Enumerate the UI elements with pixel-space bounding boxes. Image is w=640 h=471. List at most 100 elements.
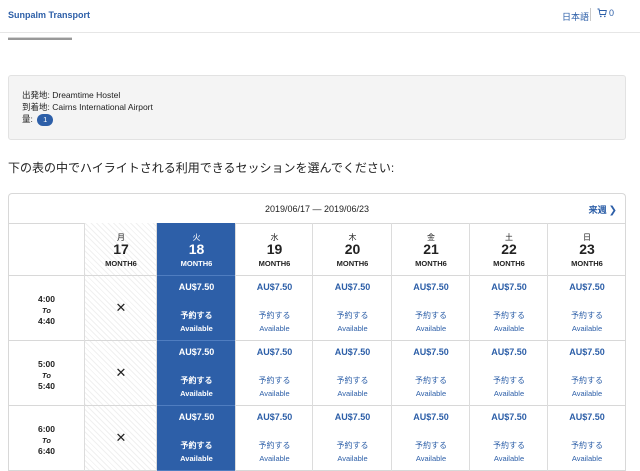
session-cell-unavailable: ✕ bbox=[85, 341, 157, 406]
day-header: 水 19 MONTH6 bbox=[236, 223, 313, 276]
session-cell[interactable]: AU$7.50 予約する Available bbox=[470, 406, 548, 471]
session-cell[interactable]: AU$7.50 予約する Available bbox=[548, 276, 625, 341]
session-price: AU$7.50 bbox=[491, 347, 527, 357]
day-header: 木 20 MONTH6 bbox=[313, 223, 392, 276]
book-link[interactable]: 予約する bbox=[470, 440, 548, 451]
availability-label: Available bbox=[259, 454, 290, 463]
book-link[interactable]: 予約する bbox=[392, 375, 470, 386]
book-link[interactable]: 予約する bbox=[313, 375, 392, 386]
book-link[interactable]: 予約する bbox=[236, 310, 313, 321]
session-price: AU$7.50 bbox=[413, 412, 449, 422]
session-price: AU$7.50 bbox=[256, 347, 293, 357]
day-month: MONTH6 bbox=[180, 259, 213, 268]
book-link[interactable]: 予約する bbox=[313, 310, 392, 321]
availability-label: Available bbox=[180, 324, 213, 333]
session-cell[interactable]: AU$7.50 予約する Available bbox=[548, 406, 625, 471]
quantity-row: 量: 1 bbox=[22, 113, 54, 126]
availability-label: Available bbox=[337, 389, 368, 398]
session-cell[interactable]: AU$7.50 予約する Available bbox=[157, 341, 236, 406]
day-column-sat: 土 22 MONTH6 AU$7.50 予約する Available AU$7.… bbox=[469, 223, 548, 471]
day-header: 日 23 MONTH6 bbox=[548, 223, 625, 276]
time-start: 4:00 bbox=[37, 294, 55, 304]
day-number: 19 bbox=[266, 241, 283, 257]
availability-label: Available bbox=[180, 454, 213, 463]
session-cell[interactable]: AU$7.50 予約する Available bbox=[236, 341, 313, 406]
book-link[interactable]: 予約する bbox=[157, 440, 236, 451]
day-column-thu: 木 20 MONTH6 AU$7.50 予約する Available AU$7.… bbox=[312, 223, 392, 471]
session-cell[interactable]: AU$7.50 予約する Available bbox=[392, 276, 470, 341]
availability-label: Available bbox=[493, 454, 525, 463]
cutoff-text: ▬▬▬▬▬▬▬▬ bbox=[8, 37, 72, 42]
language-switch[interactable]: 日本語 bbox=[562, 10, 589, 23]
session-cell[interactable]: AU$7.50 予約する Available bbox=[313, 406, 392, 471]
next-week-link[interactable]: 来週 ❯ bbox=[589, 203, 617, 216]
session-price: AU$7.50 bbox=[569, 412, 605, 422]
session-cell[interactable]: AU$7.50 予約する Available bbox=[470, 276, 548, 341]
time-to: To bbox=[42, 436, 51, 445]
book-link[interactable]: 予約する bbox=[548, 440, 625, 451]
time-to: To bbox=[42, 371, 51, 380]
session-cell[interactable]: AU$7.50 予約する Available bbox=[392, 341, 470, 406]
book-link[interactable]: 予約する bbox=[392, 310, 470, 321]
book-link[interactable]: 予約する bbox=[470, 310, 548, 321]
session-price: AU$7.50 bbox=[413, 282, 449, 292]
availability-label: Available bbox=[180, 389, 213, 398]
session-cell-unavailable: ✕ bbox=[85, 276, 157, 341]
session-cell[interactable]: AU$7.50 予約する Available bbox=[236, 276, 313, 341]
session-price: AU$7.50 bbox=[491, 412, 527, 422]
session-cell[interactable]: AU$7.50 予約する Available bbox=[392, 406, 470, 471]
quantity-badge: 1 bbox=[37, 113, 54, 126]
header-divider bbox=[590, 8, 591, 21]
session-cell[interactable]: AU$7.50 予約する Available bbox=[157, 406, 236, 471]
book-link[interactable]: 予約する bbox=[236, 375, 313, 386]
cart-button[interactable]: 0 bbox=[597, 8, 614, 18]
session-price: AU$7.50 bbox=[178, 347, 215, 357]
unavailable-x-icon: ✕ bbox=[115, 430, 127, 445]
book-link[interactable]: 予約する bbox=[157, 310, 236, 321]
day-month: MONTH6 bbox=[571, 259, 603, 268]
brand-link[interactable]: Sunpalm Transport bbox=[8, 10, 90, 20]
day-month: MONTH6 bbox=[415, 259, 447, 268]
availability-label: Available bbox=[571, 324, 603, 333]
session-cell[interactable]: AU$7.50 予約する Available bbox=[548, 341, 625, 406]
session-price: AU$7.50 bbox=[178, 282, 215, 292]
availability-label: Available bbox=[259, 389, 290, 398]
session-price: AU$7.50 bbox=[413, 347, 449, 357]
day-header: 火 18 MONTH6 bbox=[157, 223, 236, 276]
book-link[interactable]: 予約する bbox=[236, 440, 313, 451]
time-column-header bbox=[9, 223, 84, 276]
day-number: 20 bbox=[344, 241, 361, 257]
session-cell[interactable]: AU$7.50 予約する Available bbox=[236, 406, 313, 471]
calendar-header: 2019/06/17 — 2019/06/23 来週 ❯ bbox=[9, 194, 625, 224]
session-cell[interactable]: AU$7.50 予約する Available bbox=[313, 341, 392, 406]
day-number: 21 bbox=[423, 241, 439, 257]
session-cell[interactable]: AU$7.50 予約する Available bbox=[470, 341, 548, 406]
book-link[interactable]: 予約する bbox=[548, 310, 625, 321]
book-link[interactable]: 予約する bbox=[470, 375, 548, 386]
day-number: 23 bbox=[579, 241, 595, 257]
book-link[interactable]: 予約する bbox=[392, 440, 470, 451]
availability-label: Available bbox=[337, 324, 368, 333]
book-link[interactable]: 予約する bbox=[157, 375, 236, 386]
date-range: 2019/06/17 — 2019/06/23 bbox=[264, 204, 370, 214]
time-to: To bbox=[42, 306, 51, 315]
day-month: MONTH6 bbox=[258, 259, 291, 268]
session-price: AU$7.50 bbox=[256, 282, 293, 292]
day-header: 金 21 MONTH6 bbox=[392, 223, 470, 276]
day-header: 土 22 MONTH6 bbox=[470, 223, 548, 276]
book-link[interactable]: 予約する bbox=[313, 440, 392, 451]
session-price: AU$7.50 bbox=[334, 412, 371, 422]
session-cell-unavailable: ✕ bbox=[85, 406, 157, 471]
time-start: 6:00 bbox=[37, 424, 55, 434]
book-link[interactable]: 予約する bbox=[548, 375, 625, 386]
session-cell[interactable]: AU$7.50 予約する Available bbox=[157, 276, 236, 341]
time-end: 6:40 bbox=[37, 446, 55, 456]
session-cell[interactable]: AU$7.50 予約する Available bbox=[313, 276, 392, 341]
next-week-label: 来週 bbox=[588, 205, 607, 215]
day-column-wed: 水 19 MONTH6 AU$7.50 予約する Available AU$7.… bbox=[235, 223, 313, 471]
chevron-right-icon: ❯ bbox=[608, 205, 617, 216]
time-column: 4:00 To 4:40 5:00 To 5:40 6:00 To 6:40 bbox=[9, 223, 84, 471]
day-column-mon: 月 17 MONTH6 ✕ ✕ ✕ bbox=[84, 223, 157, 471]
availability-label: Available bbox=[259, 324, 290, 333]
time-slot: 5:00 To 5:40 bbox=[9, 341, 84, 406]
